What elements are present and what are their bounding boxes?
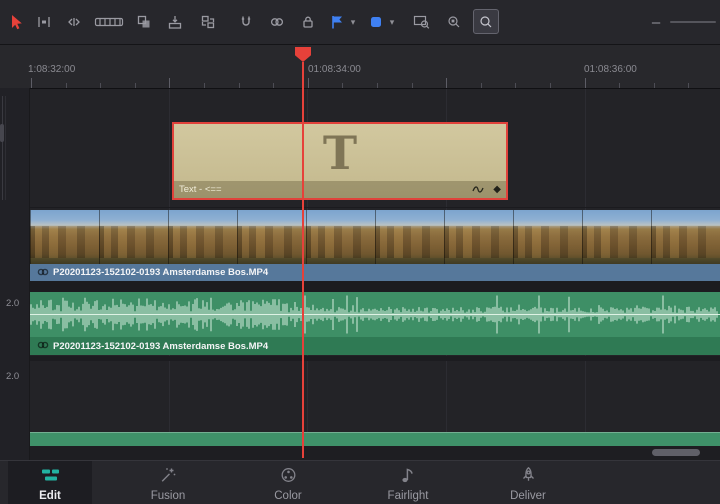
title-clip-label-strip: Text - <== ◆ [174,181,506,198]
video-clip-name: P20201123-152102-0193 Amsterdamse Bos.MP… [53,267,269,278]
add-flag-icon[interactable] [327,10,347,34]
ruler-ticks [0,76,720,88]
zoom-detail-icon[interactable] [442,10,466,34]
add-marker-icon[interactable] [366,10,386,34]
page-tab-label: Fairlight [387,490,429,502]
color-page-icon [279,466,298,489]
replace-clip-icon[interactable] [196,10,220,34]
audio-clip-waveform[interactable] [30,292,720,337]
overwrite-clip-icon[interactable] [163,10,187,34]
track-header-edge [5,96,6,200]
page-tab-label: Fusion [150,490,186,502]
link-icon [37,337,49,355]
track-gap [30,281,720,292]
dynamic-trim-mode-icon[interactable] [62,10,86,34]
zoom-custom-icon[interactable] [473,9,499,34]
zoom-slider[interactable] [670,21,716,23]
zoom-out-button[interactable]: – [648,10,664,34]
title-clip[interactable]: T Text - <== ◆ [172,122,508,200]
marker-dropdown-chevron[interactable]: ▾ [386,10,398,34]
trim-edit-mode-icon[interactable] [32,10,56,34]
blade-edit-mode-icon[interactable] [92,10,126,34]
title-clip-name: Text - <== [179,184,222,195]
track-header-edge [2,96,3,200]
video-clip-filmstrip[interactable] [30,210,720,264]
timeline-scrollbar [0,446,720,460]
page-tab-fusion[interactable]: Fusion [126,461,210,504]
page-tab-color[interactable]: Color [246,461,330,504]
fusion-page-icon [159,466,178,489]
davinci-resolve-edit-page: ▾ ▾ – 1:08:32:00 01:08:34:00 01:08:36:00 [0,0,720,504]
position-lock-icon[interactable] [296,10,320,34]
page-tab-deliver[interactable]: Deliver [486,461,570,504]
audio2-channel-format: 2.0 [6,371,20,382]
track-gap [30,356,720,361]
selection-tool-icon[interactable] [4,10,28,34]
ruler-timecode: 01:08:34:00 [308,64,361,75]
zoom-full-extent-icon[interactable] [410,10,434,34]
fairlight-page-icon [399,466,418,489]
timeline-ruler[interactable]: 1:08:32:00 01:08:34:00 01:08:36:00 [0,44,720,89]
page-tab-edit[interactable]: Edit [8,461,92,504]
link-icon [37,264,49,282]
audio-clip-name: P20201123-152102-0193 Amsterdamse Bos.MP… [53,340,269,352]
title-clip-glyph: T [322,126,358,180]
page-tab-label: Color [274,490,302,502]
ruler-timecode: 1:08:32:00 [28,64,76,75]
audio-clip-label-bar[interactable]: P20201123-152102-0193 Amsterdamse Bos.MP… [30,337,720,355]
page-tab-label: Edit [39,490,61,502]
track-header-sliver: 2.0 2.0 [0,88,30,460]
track-header-control[interactable] [0,124,4,142]
deliver-page-icon [519,466,538,489]
curve-icon[interactable] [472,181,484,199]
scrollbar-thumb[interactable] [652,449,700,456]
flag-dropdown-chevron[interactable]: ▾ [347,10,359,34]
insert-clip-icon[interactable] [132,10,156,34]
snapping-magnet-icon[interactable] [234,10,258,34]
linked-selection-icon[interactable] [265,10,289,34]
keyframe-diamond-icon[interactable]: ◆ [493,184,501,195]
page-tab-label: Deliver [510,490,546,502]
playhead-line [302,62,304,458]
edit-page-icon [41,466,60,489]
page-navigation: Edit Fusion Color Fairlight Deliver [0,460,720,504]
page-tab-fairlight[interactable]: Fairlight [366,461,450,504]
ruler-timecode: 01:08:36:00 [584,64,637,75]
track-divider [30,207,720,208]
audio1-channel-format: 2.0 [6,298,20,309]
video-clip-label-bar[interactable]: P20201123-152102-0193 Amsterdamse Bos.MP… [30,264,720,281]
timeline-toolbar: ▾ ▾ – [0,0,720,45]
audio-track2-clip[interactable] [30,432,720,446]
